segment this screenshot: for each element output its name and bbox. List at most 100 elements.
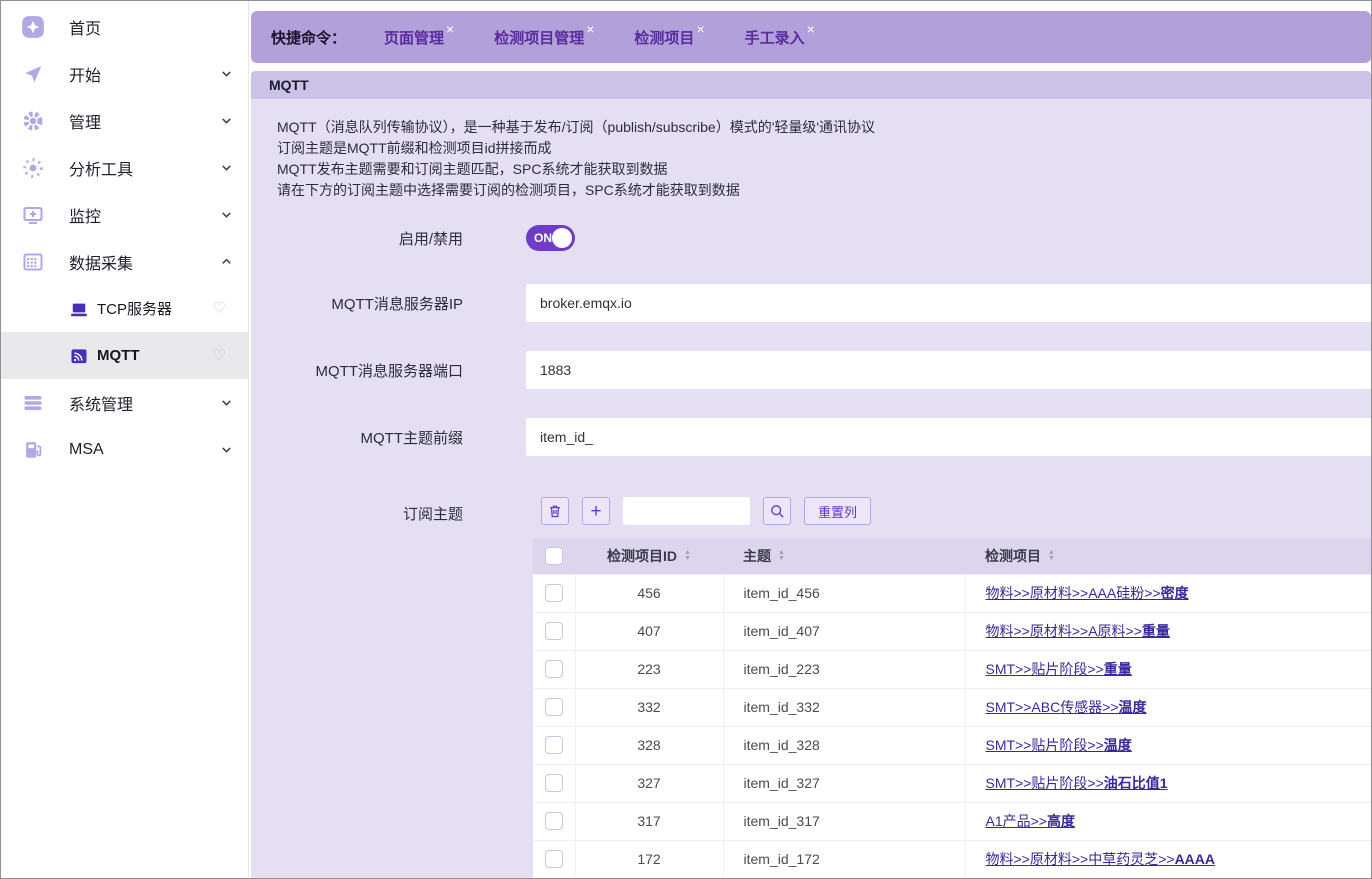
row-checkbox[interactable] xyxy=(545,698,563,716)
close-icon[interactable]: × xyxy=(586,22,594,36)
cell-topic: item_id_172 xyxy=(723,840,965,878)
monitor-plus-icon xyxy=(19,203,47,227)
sidebar-item-manage[interactable]: 管理 xyxy=(1,97,248,144)
sidebar-item-data-collection[interactable]: 数据采集 xyxy=(1,238,248,285)
server-port-input[interactable] xyxy=(526,351,1371,389)
sidebar-item-label: 管理 xyxy=(69,109,219,133)
favorite-heart-icon[interactable]: ♡ xyxy=(213,301,226,316)
chevron-down-icon xyxy=(219,66,234,81)
enable-toggle[interactable]: ON xyxy=(526,225,575,251)
sidebar-item-start[interactable]: 开始 xyxy=(1,50,248,97)
table-row: 456 item_id_456 物料>>原材料>>AAA硅粉>>密度 xyxy=(533,574,1371,612)
reset-columns-button[interactable]: 重置列 xyxy=(804,497,871,525)
column-header-topic[interactable]: 主题 xyxy=(743,546,771,566)
close-icon[interactable]: × xyxy=(446,22,454,36)
row-checkbox[interactable] xyxy=(545,736,563,754)
sidebar-item-label: MSA xyxy=(69,441,219,459)
trash-icon xyxy=(547,503,563,519)
column-header-item[interactable]: 检测项目 xyxy=(985,546,1041,566)
search-button[interactable] xyxy=(763,497,791,525)
sidebar-subitem-label: TCP服务器 xyxy=(97,298,172,319)
toggle-knob xyxy=(552,228,572,248)
navigation-icon xyxy=(19,63,47,85)
item-link[interactable]: 物料>>原材料>>A原料>>重量 xyxy=(986,623,1170,639)
cell-topic: item_id_456 xyxy=(723,574,965,612)
close-icon[interactable]: × xyxy=(807,22,815,36)
quicktab-manual-entry[interactable]: 手工录入 × xyxy=(745,27,815,48)
cell-item-id: 332 xyxy=(575,688,723,726)
favorite-heart-icon[interactable]: ♡ xyxy=(213,348,226,363)
quicktab-item-manage[interactable]: 检测项目管理 × xyxy=(494,27,594,48)
cell-item-id: 317 xyxy=(575,802,723,840)
add-button[interactable]: + xyxy=(582,497,610,525)
server-ip-input[interactable] xyxy=(526,284,1371,322)
cell-topic: item_id_407 xyxy=(723,612,965,650)
row-checkbox[interactable] xyxy=(545,584,563,602)
cell-item-id: 407 xyxy=(575,612,723,650)
cell-item-id: 172 xyxy=(575,840,723,878)
sidebar-item-label: 开始 xyxy=(69,62,219,86)
sidebar-item-analysis-tools[interactable]: 分析工具 xyxy=(1,144,248,191)
sidebar-item-monitoring[interactable]: 监控 xyxy=(1,191,248,238)
sort-icon[interactable]: ▲▼ xyxy=(778,550,785,562)
item-link[interactable]: SMT>>贴片阶段>>重量 xyxy=(986,661,1132,677)
quicktab-items[interactable]: 检测项目 × xyxy=(634,27,704,48)
chevron-down-icon xyxy=(219,207,234,222)
sidebar-subitem-label: MQTT xyxy=(97,347,140,364)
sidebar-item-home[interactable]: 首页 xyxy=(1,3,248,50)
item-link[interactable]: 物料>>原材料>>中草药灵芝>>AAAA xyxy=(986,851,1216,867)
cell-topic: item_id_332 xyxy=(723,688,965,726)
sort-icon[interactable]: ▲▼ xyxy=(1048,550,1055,562)
panel-title: MQTT xyxy=(251,71,1371,99)
delete-button[interactable] xyxy=(541,497,569,525)
plus-icon: + xyxy=(590,502,601,521)
server-port-label: MQTT消息服务器端口 xyxy=(277,360,463,381)
row-checkbox[interactable] xyxy=(545,774,563,792)
quick-command-label: 快捷命令： xyxy=(271,27,346,48)
item-link[interactable]: SMT>>ABC传感器>>温度 xyxy=(986,699,1147,715)
sidebar-item-label: 数据采集 xyxy=(69,250,219,274)
cell-item-id: 223 xyxy=(575,650,723,688)
subscribe-topic-label: 订阅主题 xyxy=(277,497,463,524)
sidebar-subitem-tcp-server[interactable]: TCP服务器 ♡ xyxy=(1,285,248,332)
select-all-checkbox[interactable] xyxy=(545,547,563,565)
server-list-icon xyxy=(19,391,47,415)
item-link[interactable]: 物料>>原材料>>AAA硅粉>>密度 xyxy=(986,585,1189,601)
table-row: 407 item_id_407 物料>>原材料>>A原料>>重量 xyxy=(533,612,1371,650)
item-link[interactable]: A1产品>>高度 xyxy=(986,813,1075,829)
tcp-server-icon xyxy=(69,299,89,319)
data-grid-icon xyxy=(19,250,47,274)
item-link[interactable]: SMT>>贴片阶段>>温度 xyxy=(986,737,1132,753)
sidebar-item-msa[interactable]: MSA xyxy=(1,426,248,473)
sidebar: 首页 开始 管理 分析工具 xyxy=(1,1,249,878)
topic-prefix-label: MQTT主题前缀 xyxy=(277,427,463,448)
row-checkbox[interactable] xyxy=(545,812,563,830)
cell-item-id: 328 xyxy=(575,726,723,764)
sort-icon[interactable]: ▲▼ xyxy=(684,550,691,562)
close-icon[interactable]: × xyxy=(696,22,704,36)
sidebar-item-system-manage[interactable]: 系统管理 xyxy=(1,379,248,426)
app-window: 首页 开始 管理 分析工具 xyxy=(0,0,1372,879)
row-checkbox[interactable] xyxy=(545,850,563,868)
row-checkbox[interactable] xyxy=(545,660,563,678)
home-star-icon xyxy=(19,14,47,40)
chevron-up-icon xyxy=(219,254,234,269)
brightness-spark-icon xyxy=(19,156,47,180)
column-header-item-id[interactable]: 检测项目ID xyxy=(607,546,677,566)
description-line: 请在下方的订阅主题中选择需要订阅的检测项目，SPC系统才能获取到数据 xyxy=(277,180,1371,201)
cell-item-id: 327 xyxy=(575,764,723,802)
cell-topic: item_id_327 xyxy=(723,764,965,802)
item-link[interactable]: SMT>>贴片阶段>>油石比值1 xyxy=(986,775,1168,791)
topic-prefix-input[interactable] xyxy=(526,418,1371,456)
sidebar-item-label: 监控 xyxy=(69,203,219,227)
sidebar-subitem-mqtt[interactable]: MQTT ♡ xyxy=(1,332,248,379)
row-checkbox[interactable] xyxy=(545,622,563,640)
chevron-down-icon xyxy=(219,113,234,128)
search-icon xyxy=(769,503,786,520)
quicktab-page-manage[interactable]: 页面管理 × xyxy=(384,27,454,48)
grid-search-input[interactable] xyxy=(623,497,750,525)
cell-item-id: 456 xyxy=(575,574,723,612)
table-row: 327 item_id_327 SMT>>贴片阶段>>油石比值1 xyxy=(533,764,1371,802)
mqtt-cast-icon xyxy=(69,346,89,366)
grid-toolbar: + 重置列 xyxy=(526,497,1371,525)
